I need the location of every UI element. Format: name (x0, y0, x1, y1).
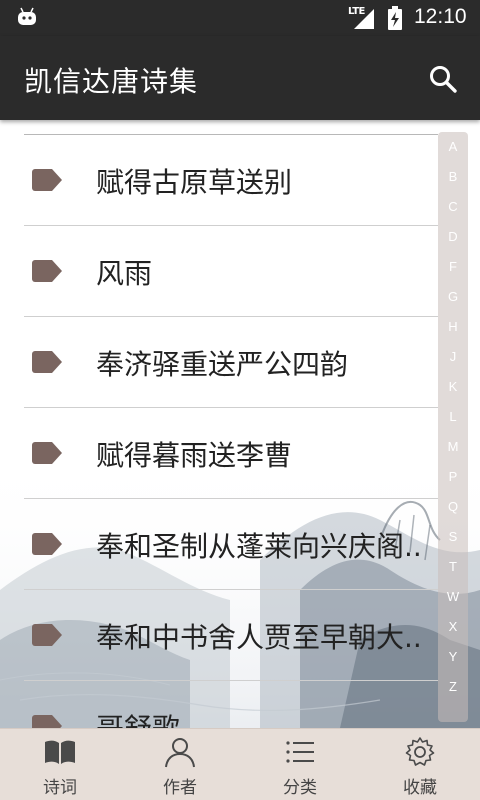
tag-icon (32, 351, 62, 373)
bottom-nav: 诗词 作者 分类 收藏 (0, 728, 480, 800)
poem-title: 赋得暮雨送李曹 (96, 439, 293, 472)
index-letter[interactable]: A (438, 132, 468, 162)
tag-icon (32, 442, 62, 464)
index-letter[interactable]: L (438, 402, 468, 432)
poem-title: 奉和中书舍人贾至早朝大.. (96, 621, 422, 654)
index-letter[interactable]: Z (438, 672, 468, 702)
index-letter[interactable]: T (438, 552, 468, 582)
status-bar: LTE 12:10 (0, 0, 480, 36)
list-item[interactable]: 赋得暮雨送李曹 (24, 407, 438, 498)
index-letter[interactable]: Y (438, 642, 468, 672)
index-letter[interactable]: C (438, 192, 468, 222)
list-icon (286, 741, 314, 763)
index-letter[interactable]: Q (438, 492, 468, 522)
list-item[interactable]: 奉和圣制从蓬莱向兴庆阁.. (24, 498, 438, 589)
index-letter[interactable]: J (438, 342, 468, 372)
nav-label: 诗词 (43, 778, 77, 798)
index-letter[interactable]: W (438, 582, 468, 612)
poem-title: 奉济驿重送严公四韵 (96, 348, 349, 381)
index-letter[interactable]: K (438, 372, 468, 402)
tag-icon (32, 260, 62, 282)
tag-icon (32, 624, 62, 646)
alphabet-index-bar[interactable]: A B C D F G H J K L M P Q S T W X Y Z (438, 132, 468, 722)
android-icon (18, 7, 36, 25)
poem-title: 赋得古原草送别 (96, 166, 293, 199)
index-letter[interactable]: M (438, 432, 468, 462)
person-icon (165, 738, 195, 768)
nav-item-categories[interactable]: 分类 (240, 729, 360, 800)
clock: 12:10 (414, 5, 467, 28)
nav-item-favorites[interactable]: 收藏 (360, 729, 480, 800)
nav-label: 作者 (163, 778, 197, 798)
poem-title: 风雨 (96, 257, 153, 290)
app-bar: 凯信达唐诗集 (0, 36, 480, 120)
index-letter[interactable]: H (438, 312, 468, 342)
book-icon (45, 740, 75, 764)
index-letter[interactable]: B (438, 162, 468, 192)
list-item[interactable]: 赋得古原草送别 (24, 134, 438, 225)
poem-list: 赋得古原草送别 风雨 奉济驿重送严公四韵 赋得暮雨送李曹 奉和圣制从蓬莱向兴庆阁… (24, 120, 438, 728)
index-letter[interactable]: D (438, 222, 468, 252)
index-letter[interactable]: S (438, 522, 468, 552)
nav-item-poems[interactable]: 诗词 (0, 729, 120, 800)
app-title: 凯信达唐诗集 (24, 65, 199, 98)
nav-label: 分类 (283, 778, 317, 798)
tag-icon (32, 169, 62, 191)
poem-title: 奉和圣制从蓬莱向兴庆阁.. (96, 530, 422, 563)
tag-icon (32, 533, 62, 555)
tag-icon (32, 715, 62, 728)
list-item[interactable]: 风雨 (24, 225, 438, 316)
nav-item-authors[interactable]: 作者 (120, 729, 240, 800)
battery-charging-icon (388, 6, 402, 30)
poem-list-area[interactable]: 赋得古原草送别 风雨 奉济驿重送严公四韵 赋得暮雨送李曹 奉和圣制从蓬莱向兴庆阁… (0, 120, 480, 728)
list-item[interactable]: 奉和中书舍人贾至早朝大.. (24, 589, 438, 680)
nav-label: 收藏 (403, 778, 437, 798)
list-item[interactable]: 奉济驿重送严公四韵 (24, 316, 438, 407)
search-icon[interactable] (428, 64, 458, 94)
list-item[interactable]: 哥舒歌 (24, 680, 438, 728)
index-letter[interactable]: F (438, 252, 468, 282)
poem-title: 哥舒歌 (96, 707, 446, 728)
index-letter[interactable]: P (438, 462, 468, 492)
index-letter[interactable]: G (438, 282, 468, 312)
index-letter[interactable]: X (438, 612, 468, 642)
signal-icon (354, 9, 374, 29)
gear-icon (405, 737, 435, 766)
